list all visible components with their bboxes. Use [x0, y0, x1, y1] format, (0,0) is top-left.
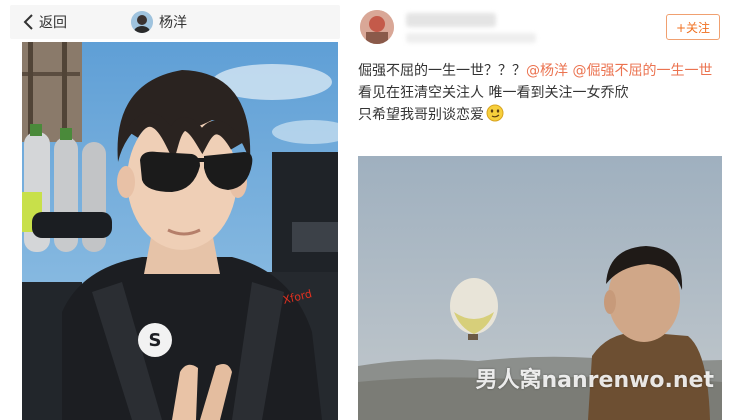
author-avatar[interactable]: [360, 10, 394, 44]
mention-link[interactable]: @倔强不屈的一生一世: [572, 63, 712, 79]
avatar[interactable]: [131, 11, 153, 33]
weibo-post: +关注 倔强不屈的一生一世？？？@杨洋 @倔强不屈的一生一世 看见在狂清空关注人…: [346, 0, 730, 420]
post-line-3-text: 只希望我哥别谈恋爱: [358, 107, 484, 123]
post-header: +关注: [346, 0, 730, 56]
mention-link[interactable]: @杨洋: [526, 63, 568, 79]
follow-button[interactable]: +关注: [666, 14, 720, 40]
header-user[interactable]: 杨洋: [131, 11, 187, 33]
selfie-photo[interactable]: S Xford: [22, 42, 338, 420]
post-photo[interactable]: 男人窝nanrenwo.net: [358, 156, 722, 420]
back-button[interactable]: 返回: [22, 12, 67, 32]
back-label: 返回: [39, 15, 67, 31]
avatar-image: [360, 10, 394, 44]
post-text: 倔强不屈的一生一世？？？@杨洋 @倔强不屈的一生一世 看见在狂清空关注人 唯一看…: [358, 60, 720, 126]
avatar-image: [131, 11, 153, 33]
profile-top-bar: 返回 杨洋: [10, 5, 340, 39]
blurred-author-name: [406, 13, 496, 27]
post-line-2: 看见在狂清空关注人 唯一看到关注一女乔欣: [358, 85, 629, 101]
watermark: 男人窝nanrenwo.net: [475, 368, 715, 393]
blurred-post-meta: [406, 33, 536, 43]
header-username: 杨洋: [159, 15, 187, 31]
profile-screenshot-panel: 返回 杨洋 S Xford: [0, 0, 346, 420]
post-line-1-text: 倔强不屈的一生一世？？？: [358, 63, 526, 79]
post-line-3: 只希望我哥别谈恋爱: [358, 104, 720, 126]
post-line-1: 倔强不屈的一生一世？？？@杨洋 @倔强不屈的一生一世: [358, 60, 720, 82]
smirk-emoji-icon: [486, 104, 504, 122]
selfie-image: S Xford: [22, 42, 338, 420]
svg-text:S: S: [149, 330, 162, 351]
chevron-left-icon: [23, 14, 33, 30]
